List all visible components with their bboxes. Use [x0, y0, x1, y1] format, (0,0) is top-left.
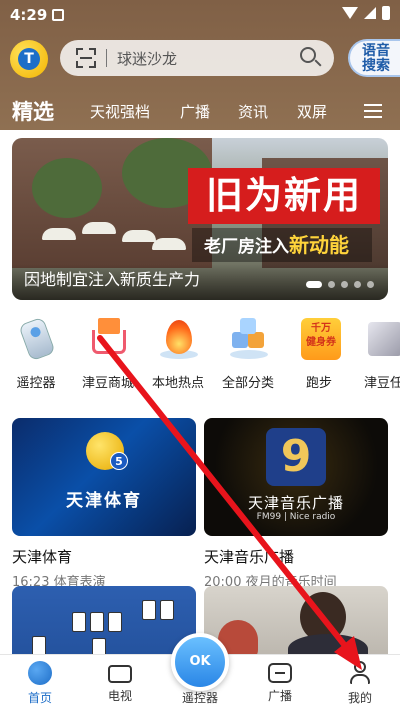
- channel-card-sports[interactable]: 5 天津体育 天津体育 16:23 体育表演: [12, 418, 196, 590]
- shortcut-label: 全部分类: [221, 376, 274, 391]
- wifi-icon: [342, 7, 358, 19]
- fire-icon: [156, 316, 200, 362]
- banner-headline: 旧为新用: [188, 168, 380, 224]
- banner-caption: 因地制宜注入新质生产力: [24, 270, 201, 289]
- shortcut-running[interactable]: 千万 健身券 跑步: [283, 316, 355, 391]
- search-icon[interactable]: [300, 47, 322, 69]
- thumbnail-channel-en: FM99 | Nice radio: [256, 512, 336, 522]
- carousel-dot[interactable]: [367, 281, 374, 288]
- menu-icon[interactable]: [364, 104, 382, 118]
- voice-search-button[interactable]: 语音 搜索: [348, 39, 400, 77]
- home-icon: [28, 661, 52, 685]
- channel-logo-icon: 5: [86, 432, 128, 470]
- logo-badge: T: [18, 48, 40, 70]
- radio-icon: [268, 663, 292, 683]
- banner-sub-highlight: 新动能: [289, 233, 349, 257]
- banner-sub-prefix: 老厂房注入: [204, 237, 289, 257]
- tab-radio[interactable]: 广播: [180, 101, 210, 122]
- shortcut-label: 遥控器: [16, 376, 56, 391]
- scan-icon[interactable]: [76, 48, 96, 68]
- voice-search-label-1: 语音: [362, 43, 390, 59]
- status-time: 4:29: [10, 6, 48, 24]
- carousel-dot[interactable]: [341, 281, 348, 288]
- nav-label: 电视: [107, 689, 132, 703]
- category-cubes-icon: [226, 316, 270, 362]
- banner-carousel[interactable]: 旧为新用 老厂房注入新动能 因地制宜注入新质生产力: [12, 138, 388, 300]
- status-icons: [342, 6, 390, 20]
- tab-news[interactable]: 资讯: [238, 101, 268, 122]
- carousel-dot[interactable]: [306, 281, 322, 288]
- shortcut-categories[interactable]: 全部分类: [212, 316, 284, 391]
- battery-icon: [382, 6, 390, 20]
- remote-ok-button[interactable]: OK: [171, 633, 229, 691]
- tab-dual-screen[interactable]: 双屏: [297, 101, 327, 122]
- profile-icon: [348, 661, 372, 685]
- card-thumbnail: 9 天津音乐广播 FM99 | Nice radio: [204, 418, 388, 536]
- nav-label: 遥控器: [181, 691, 218, 705]
- header: 4:29 T 球迷沙龙 语音 搜索 精选 天视强档 广播 资讯 双屏: [0, 0, 400, 130]
- tab-tianshi[interactable]: 天视强档: [90, 101, 150, 122]
- shortcut-label: 津豆商城: [81, 376, 134, 391]
- tab-featured[interactable]: 精选: [12, 96, 54, 126]
- status-bar: 4:29: [0, 0, 400, 30]
- shortcut-label: 津豆任: [364, 376, 400, 391]
- running-badge-line2: 健身券: [306, 337, 336, 348]
- nav-label: 我的: [347, 691, 372, 705]
- card-title: 天津音乐广播: [204, 548, 295, 566]
- nav-label: 首页: [27, 691, 52, 705]
- search-divider: [106, 49, 107, 67]
- shortcut-label: 跑步: [305, 376, 332, 391]
- piano-icon: [358, 316, 400, 362]
- shortcut-mall[interactable]: 津豆商城: [72, 316, 144, 391]
- carousel-dot[interactable]: [354, 281, 361, 288]
- music-logo-icon: 9: [266, 428, 326, 486]
- running-badge-line1: 千万: [311, 323, 331, 334]
- shortcut-row: 遥控器 津豆商城 本地热点 全部分类 千万健身券 跑步 津豆任: [0, 316, 400, 396]
- shortcut-label: 本地热点: [151, 376, 204, 391]
- banner-subheadline: 老厂房注入新动能: [192, 228, 372, 262]
- shortcut-tasks[interactable]: 津豆任: [350, 316, 400, 391]
- tv-icon: [108, 665, 132, 683]
- carousel-dots: [306, 281, 374, 288]
- channel-card-music[interactable]: 9 天津音乐广播 FM99 | Nice radio 天津音乐广播 20:00 …: [204, 418, 388, 590]
- shortcut-hotspot[interactable]: 本地热点: [142, 316, 214, 391]
- nav-tv[interactable]: 电视: [90, 661, 150, 704]
- running-badge-icon: 千万 健身券: [297, 316, 341, 362]
- card-thumbnail: 5 天津体育: [12, 418, 196, 536]
- carousel-dot[interactable]: [328, 281, 335, 288]
- card-title: 天津体育: [12, 548, 73, 566]
- nav-me[interactable]: 我的: [330, 661, 390, 706]
- notification-icon: [52, 9, 64, 21]
- search-input[interactable]: 球迷沙龙: [117, 48, 300, 69]
- thumbnail-channel-name: 天津音乐广播: [247, 494, 344, 512]
- remote-control-icon: [14, 316, 58, 362]
- nav-home[interactable]: 首页: [10, 661, 70, 706]
- app-logo-icon[interactable]: T: [10, 40, 48, 78]
- voice-search-label-2: 搜索: [362, 58, 390, 74]
- search-bar[interactable]: 球迷沙龙: [60, 40, 334, 76]
- category-tabs: 精选 天视强档 广播 资讯 双屏: [0, 92, 400, 130]
- shopping-cart-icon: [86, 316, 130, 362]
- shortcut-remote[interactable]: 遥控器: [0, 316, 72, 391]
- nav-radio[interactable]: 广播: [250, 661, 310, 704]
- thumbnail-channel-name: 天津体育: [66, 491, 142, 511]
- channel-number: 5: [110, 452, 128, 470]
- nav-label: 广播: [267, 689, 292, 703]
- signal-icon: [364, 7, 376, 19]
